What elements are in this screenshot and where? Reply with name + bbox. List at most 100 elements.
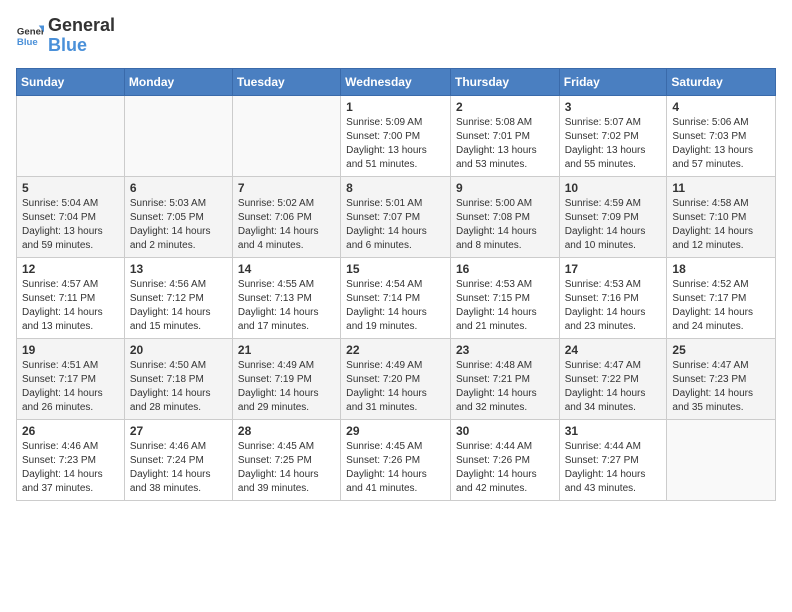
- day-number: 3: [565, 100, 662, 114]
- calendar-cell: 3 Sunrise: 5:07 AMSunset: 7:02 PMDaylight…: [559, 95, 667, 176]
- calendar-cell: 12 Sunrise: 4:57 AMSunset: 7:11 PMDayligh…: [17, 257, 125, 338]
- calendar-cell: 25 Sunrise: 4:47 AMSunset: 7:23 PMDayligh…: [667, 338, 776, 419]
- calendar-cell: 29 Sunrise: 4:45 AMSunset: 7:26 PMDayligh…: [341, 419, 451, 500]
- calendar-week-row: 1Sunrise: 5:09 AMSunset: 7:00 PMDaylight…: [17, 95, 776, 176]
- day-number: 8: [346, 181, 445, 195]
- logo-icon: General Blue: [16, 22, 44, 50]
- calendar-cell: 26 Sunrise: 4:46 AMSunset: 7:23 PMDayligh…: [17, 419, 125, 500]
- day-number: 29: [346, 424, 445, 438]
- cell-content: Sunrise: 4:49 AMSunset: 7:19 PMDaylight:…: [238, 359, 335, 415]
- day-number: 15: [346, 262, 445, 276]
- calendar-cell: 10 Sunrise: 4:59 AMSunset: 7:09 PMDayligh…: [559, 176, 667, 257]
- day-number: 2: [456, 100, 554, 114]
- cell-content: Sunrise: 5:04 AMSunset: 7:04 PMDaylight:…: [22, 197, 119, 253]
- calendar-cell: 4 Sunrise: 5:06 AMSunset: 7:03 PMDaylight…: [667, 95, 776, 176]
- cell-content: Sunrise: 4:45 AMSunset: 7:26 PMDaylight:…: [346, 440, 445, 496]
- calendar-cell: 24Sunrise: 4:47 AMSunset: 7:22 PMDayligh…: [559, 338, 667, 419]
- day-number: 30: [456, 424, 554, 438]
- day-number: 1: [346, 100, 445, 114]
- day-number: 22: [346, 343, 445, 357]
- logo-text: General Blue: [48, 16, 115, 56]
- weekday-header-monday: Monday: [124, 68, 232, 95]
- calendar-week-row: 26 Sunrise: 4:46 AMSunset: 7:23 PMDayligh…: [17, 419, 776, 500]
- calendar-cell: 23 Sunrise: 4:48 AMSunset: 7:21 PMDayligh…: [450, 338, 559, 419]
- calendar-cell: [124, 95, 232, 176]
- day-number: 26: [22, 424, 119, 438]
- page-header: General Blue General Blue: [16, 16, 776, 56]
- calendar-cell: [232, 95, 340, 176]
- cell-content: Sunrise: 4:46 AMSunset: 7:23 PMDaylight:…: [22, 440, 119, 496]
- cell-content: Sunrise: 4:46 AMSunset: 7:24 PMDaylight:…: [130, 440, 227, 496]
- calendar-week-row: 5 Sunrise: 5:04 AMSunset: 7:04 PMDaylight…: [17, 176, 776, 257]
- day-number: 28: [238, 424, 335, 438]
- weekday-header-friday: Friday: [559, 68, 667, 95]
- svg-text:Blue: Blue: [17, 37, 38, 48]
- calendar-cell: [667, 419, 776, 500]
- calendar-cell: 9Sunrise: 5:00 AMSunset: 7:08 PMDaylight…: [450, 176, 559, 257]
- cell-content: Sunrise: 5:07 AMSunset: 7:02 PMDaylight:…: [565, 116, 662, 172]
- cell-content: Sunrise: 4:44 AMSunset: 7:27 PMDaylight:…: [565, 440, 662, 496]
- weekday-header-wednesday: Wednesday: [341, 68, 451, 95]
- calendar-cell: 21 Sunrise: 4:49 AMSunset: 7:19 PMDayligh…: [232, 338, 340, 419]
- day-number: 12: [22, 262, 119, 276]
- day-number: 11: [672, 181, 770, 195]
- cell-content: Sunrise: 4:56 AMSunset: 7:12 PMDaylight:…: [130, 278, 227, 334]
- calendar-cell: 30 Sunrise: 4:44 AMSunset: 7:26 PMDayligh…: [450, 419, 559, 500]
- calendar-cell: 31 Sunrise: 4:44 AMSunset: 7:27 PMDayligh…: [559, 419, 667, 500]
- cell-content: Sunrise: 5:01 AMSunset: 7:07 PMDaylight:…: [346, 197, 445, 253]
- cell-content: Sunrise: 5:02 AMSunset: 7:06 PMDaylight:…: [238, 197, 335, 253]
- calendar-cell: 14Sunrise: 4:55 AMSunset: 7:13 PMDayligh…: [232, 257, 340, 338]
- calendar-cell: 6 Sunrise: 5:03 AMSunset: 7:05 PMDaylight…: [124, 176, 232, 257]
- cell-content: Sunrise: 5:06 AMSunset: 7:03 PMDaylight:…: [672, 116, 770, 172]
- cell-content: Sunrise: 4:52 AMSunset: 7:17 PMDaylight:…: [672, 278, 770, 334]
- day-number: 4: [672, 100, 770, 114]
- calendar-cell: 11 Sunrise: 4:58 AMSunset: 7:10 PMDayligh…: [667, 176, 776, 257]
- day-number: 25: [672, 343, 770, 357]
- weekday-header-thursday: Thursday: [450, 68, 559, 95]
- cell-content: Sunrise: 4:48 AMSunset: 7:21 PMDaylight:…: [456, 359, 554, 415]
- weekday-header-tuesday: Tuesday: [232, 68, 340, 95]
- cell-content: Sunrise: 4:44 AMSunset: 7:26 PMDaylight:…: [456, 440, 554, 496]
- day-number: 6: [130, 181, 227, 195]
- cell-content: Sunrise: 4:47 AMSunset: 7:23 PMDaylight:…: [672, 359, 770, 415]
- calendar-cell: [17, 95, 125, 176]
- day-number: 10: [565, 181, 662, 195]
- calendar-cell: 20 Sunrise: 4:50 AMSunset: 7:18 PMDayligh…: [124, 338, 232, 419]
- logo: General Blue General Blue: [16, 16, 115, 56]
- weekday-header-sunday: Sunday: [17, 68, 125, 95]
- calendar-cell: 7 Sunrise: 5:02 AMSunset: 7:06 PMDaylight…: [232, 176, 340, 257]
- weekday-header-saturday: Saturday: [667, 68, 776, 95]
- day-number: 5: [22, 181, 119, 195]
- cell-content: Sunrise: 4:50 AMSunset: 7:18 PMDaylight:…: [130, 359, 227, 415]
- calendar-table: SundayMondayTuesdayWednesdayThursdayFrid…: [16, 68, 776, 501]
- cell-content: Sunrise: 4:57 AMSunset: 7:11 PMDaylight:…: [22, 278, 119, 334]
- calendar-cell: 5 Sunrise: 5:04 AMSunset: 7:04 PMDaylight…: [17, 176, 125, 257]
- day-number: 23: [456, 343, 554, 357]
- cell-content: Sunrise: 4:58 AMSunset: 7:10 PMDaylight:…: [672, 197, 770, 253]
- day-number: 20: [130, 343, 227, 357]
- day-number: 13: [130, 262, 227, 276]
- svg-text:General: General: [17, 26, 44, 37]
- calendar-body: 1Sunrise: 5:09 AMSunset: 7:00 PMDaylight…: [17, 95, 776, 500]
- day-number: 7: [238, 181, 335, 195]
- cell-content: Sunrise: 4:45 AMSunset: 7:25 PMDaylight:…: [238, 440, 335, 496]
- calendar-cell: 22Sunrise: 4:49 AMSunset: 7:20 PMDayligh…: [341, 338, 451, 419]
- cell-content: Sunrise: 4:47 AMSunset: 7:22 PMDaylight:…: [565, 359, 662, 415]
- calendar-cell: 18 Sunrise: 4:52 AMSunset: 7:17 PMDayligh…: [667, 257, 776, 338]
- day-number: 18: [672, 262, 770, 276]
- cell-content: Sunrise: 5:08 AMSunset: 7:01 PMDaylight:…: [456, 116, 554, 172]
- cell-content: Sunrise: 4:59 AMSunset: 7:09 PMDaylight:…: [565, 197, 662, 253]
- calendar-cell: 19 Sunrise: 4:51 AMSunset: 7:17 PMDayligh…: [17, 338, 125, 419]
- cell-content: Sunrise: 5:03 AMSunset: 7:05 PMDaylight:…: [130, 197, 227, 253]
- calendar-cell: 2 Sunrise: 5:08 AMSunset: 7:01 PMDaylight…: [450, 95, 559, 176]
- day-number: 31: [565, 424, 662, 438]
- calendar-cell: 15Sunrise: 4:54 AMSunset: 7:14 PMDayligh…: [341, 257, 451, 338]
- calendar-cell: 1Sunrise: 5:09 AMSunset: 7:00 PMDaylight…: [341, 95, 451, 176]
- calendar-week-row: 12 Sunrise: 4:57 AMSunset: 7:11 PMDayligh…: [17, 257, 776, 338]
- day-number: 21: [238, 343, 335, 357]
- cell-content: Sunrise: 4:51 AMSunset: 7:17 PMDaylight:…: [22, 359, 119, 415]
- calendar-cell: 16Sunrise: 4:53 AMSunset: 7:15 PMDayligh…: [450, 257, 559, 338]
- cell-content: Sunrise: 4:53 AMSunset: 7:16 PMDaylight:…: [565, 278, 662, 334]
- calendar-week-row: 19 Sunrise: 4:51 AMSunset: 7:17 PMDayligh…: [17, 338, 776, 419]
- day-number: 19: [22, 343, 119, 357]
